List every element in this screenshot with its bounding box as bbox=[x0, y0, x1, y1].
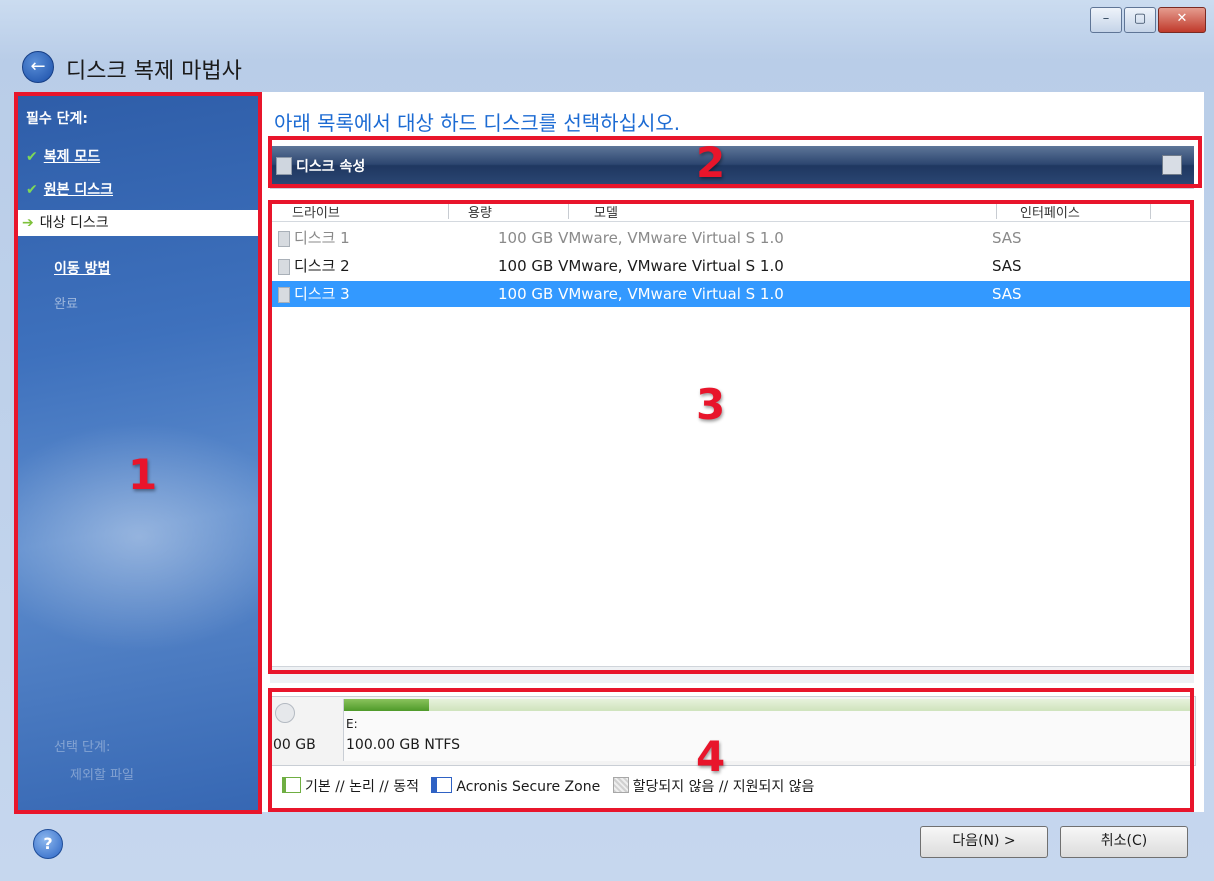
cancel-button[interactable]: 취소(C) bbox=[1060, 826, 1188, 858]
title-bar: ← 디스크 복제 마법사 – ▢ ✕ bbox=[0, 0, 1214, 92]
close-button[interactable]: ✕ bbox=[1158, 7, 1206, 33]
instruction-heading: 아래 목록에서 대상 하드 디스크를 선택하십시오. bbox=[274, 111, 681, 135]
minimize-button[interactable]: – bbox=[1090, 7, 1122, 33]
back-arrow-icon[interactable]: ← bbox=[22, 51, 54, 83]
annotation-label-4: 4 bbox=[696, 732, 726, 781]
annotation-box-2 bbox=[268, 136, 1202, 188]
annotation-label-3: 3 bbox=[696, 380, 726, 429]
maximize-button[interactable]: ▢ bbox=[1124, 7, 1156, 33]
annotation-label-2: 2 bbox=[696, 138, 726, 187]
next-button[interactable]: 다음(N) > bbox=[920, 826, 1048, 858]
annotation-box-3 bbox=[268, 200, 1194, 674]
wizard-window: ← 디스크 복제 마법사 – ▢ ✕ 필수 단계: ✔ 복제 모드 ✔ 원본 디스크… bbox=[0, 0, 1214, 881]
annotation-label-1: 1 bbox=[128, 450, 158, 499]
window-title: 디스크 복제 마법사 bbox=[66, 59, 242, 84]
help-icon[interactable]: ? bbox=[33, 829, 63, 859]
annotation-box-4 bbox=[268, 688, 1194, 812]
